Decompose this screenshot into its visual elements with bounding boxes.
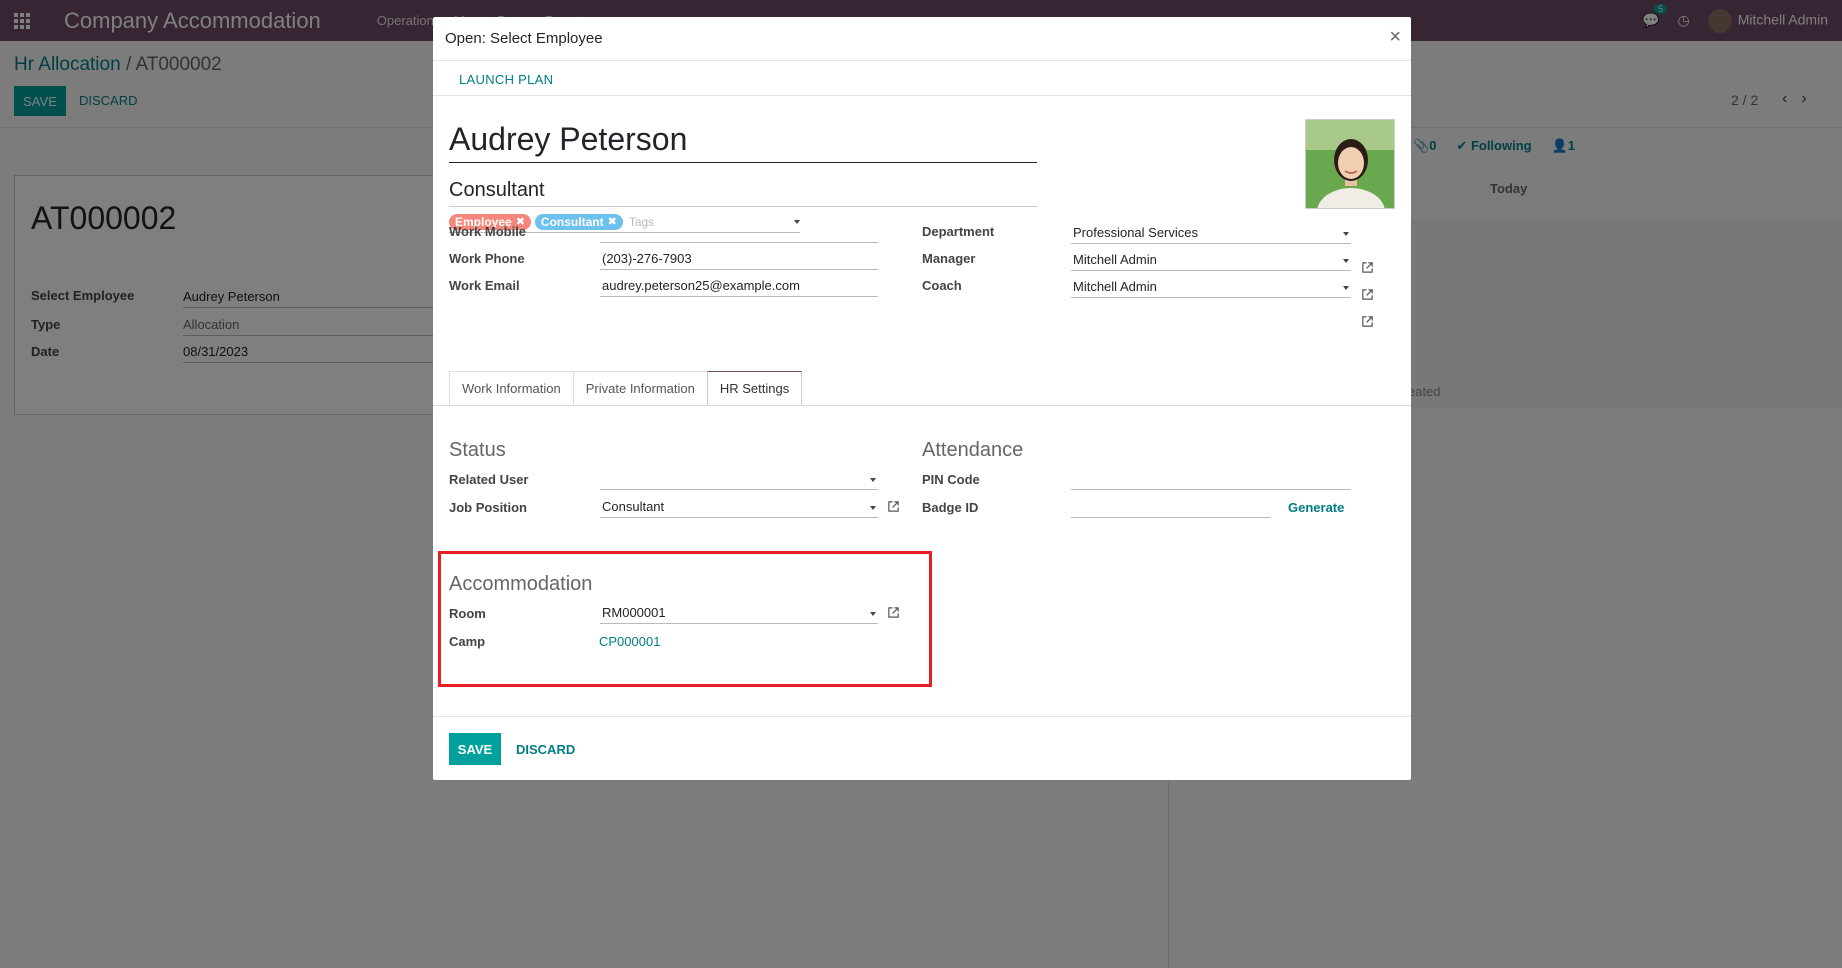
generate-badge-button[interactable]: Generate xyxy=(1288,500,1344,515)
manager-label: Manager xyxy=(922,251,976,266)
launch-plan-button[interactable]: LAUNCH PLAN xyxy=(459,72,553,87)
department-label: Department xyxy=(922,224,995,239)
work-phone-input[interactable]: (203)-276-7903 xyxy=(600,249,878,270)
tab-private-information[interactable]: Private Information xyxy=(572,371,708,406)
tab-hr-settings[interactable]: HR Settings xyxy=(706,371,803,406)
save-button[interactable]: SAVE xyxy=(449,733,501,765)
chevron-down-icon xyxy=(1343,232,1349,236)
chevron-down-icon xyxy=(870,478,876,482)
work-email-input[interactable]: audrey.peterson25@example.com xyxy=(600,276,878,297)
tabs-divider xyxy=(433,405,1411,406)
dialog-header: Open: Select Employee × xyxy=(433,17,1411,61)
dialog-title: Open: Select Employee xyxy=(445,30,603,47)
external-link-icon[interactable] xyxy=(1361,288,1375,302)
chevron-down-icon xyxy=(1343,286,1349,290)
select-employee-dialog: Open: Select Employee × LAUNCH PLAN Audr… xyxy=(433,17,1411,780)
status-section-title: Status xyxy=(449,439,506,461)
work-mobile-input[interactable] xyxy=(600,222,878,243)
work-email-label: Work Email xyxy=(449,278,520,293)
chevron-down-icon xyxy=(870,612,876,616)
dialog-footer-divider xyxy=(433,716,1411,717)
coach-select[interactable]: Mitchell Admin xyxy=(1071,277,1351,298)
pin-code-label: PIN Code xyxy=(922,472,980,487)
manager-select[interactable]: Mitchell Admin xyxy=(1071,250,1351,271)
chevron-down-icon xyxy=(1343,259,1349,263)
external-link-icon[interactable] xyxy=(887,500,901,514)
employee-avatar[interactable] xyxy=(1305,119,1395,209)
close-icon[interactable]: × xyxy=(1389,26,1401,49)
external-link-icon[interactable] xyxy=(1361,261,1375,275)
coach-label: Coach xyxy=(922,278,962,293)
pin-code-input[interactable] xyxy=(1071,469,1351,490)
attendance-section-title: Attendance xyxy=(922,439,1024,461)
notebook-tabs: Work Information Private Information HR … xyxy=(449,371,803,406)
badge-id-input[interactable] xyxy=(1071,497,1271,518)
camp-link[interactable]: CP000001 xyxy=(599,634,660,649)
department-select[interactable]: Professional Services xyxy=(1071,223,1351,244)
badge-id-label: Badge ID xyxy=(922,500,979,515)
external-link-icon[interactable] xyxy=(1361,315,1375,329)
statusbar-divider xyxy=(433,95,1411,96)
chevron-down-icon xyxy=(870,506,876,510)
work-phone-label: Work Phone xyxy=(449,251,525,266)
external-link-icon[interactable] xyxy=(887,606,901,620)
camp-label: Camp xyxy=(449,634,486,649)
related-user-select[interactable] xyxy=(600,469,878,490)
work-mobile-label: Work Mobile xyxy=(449,224,527,239)
tab-work-information[interactable]: Work Information xyxy=(449,371,574,406)
room-select[interactable]: RM000001 xyxy=(600,603,878,624)
job-title-field[interactable]: Consultant xyxy=(449,179,1037,207)
job-position-select[interactable]: Consultant xyxy=(600,497,878,518)
job-position-label: Job Position xyxy=(449,500,527,515)
related-user-label: Related User xyxy=(449,472,529,487)
discard-button[interactable]: DISCARD xyxy=(516,742,575,757)
room-label: Room xyxy=(449,606,486,621)
accommodation-section-title: Accommodation xyxy=(449,573,593,595)
employee-name-field[interactable]: Audrey Peterson xyxy=(449,121,1037,163)
